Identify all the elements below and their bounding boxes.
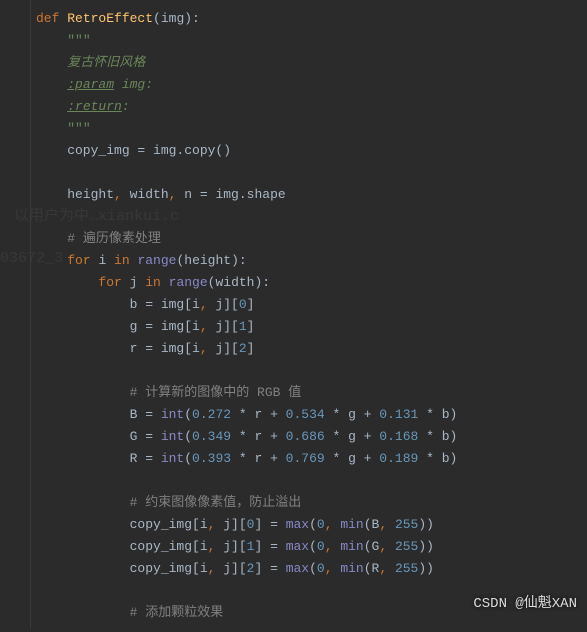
code-line — [36, 162, 587, 184]
code-line: def RetroEffect(img): — [36, 8, 587, 30]
code-line: copy_img[i, j][1] = max(0, min(G, 255)) — [36, 536, 587, 558]
code-line: 复古怀旧风格 — [36, 52, 587, 74]
code-line: # 计算新的图像中的 RGB 值 — [36, 382, 587, 404]
code-line: # 遍历像素处理 — [36, 228, 587, 250]
code-line: :return: — [36, 96, 587, 118]
code-line: copy_img[i, j][2] = max(0, min(R, 255)) — [36, 558, 587, 580]
code-line: B = int(0.272 * r + 0.534 * g + 0.131 * … — [36, 404, 587, 426]
code-line: """ — [36, 30, 587, 52]
code-block: def RetroEffect(img): """ 复古怀旧风格 :param … — [0, 0, 587, 632]
code-line: r = img[i, j][2] — [36, 338, 587, 360]
code-line — [36, 206, 587, 228]
code-line: for i in range(height): — [36, 250, 587, 272]
code-line: copy_img = img.copy() — [36, 140, 587, 162]
code-line: for j in range(width): — [36, 272, 587, 294]
code-line: """ — [36, 118, 587, 140]
gutter — [0, 0, 31, 629]
code-line: G = int(0.349 * r + 0.686 * g + 0.168 * … — [36, 426, 587, 448]
code-line — [36, 470, 587, 492]
code-line: copy_img[i, j][0] = max(0, min(B, 255)) — [36, 514, 587, 536]
code-line: g = img[i, j][1] — [36, 316, 587, 338]
code-line: b = img[i, j][0] — [36, 294, 587, 316]
attribution: CSDN @仙魁XAN — [473, 593, 577, 615]
code-line: R = int(0.393 * r + 0.769 * g + 0.189 * … — [36, 448, 587, 470]
code-line: :param img: — [36, 74, 587, 96]
code-line — [36, 360, 587, 382]
code-line: height, width, n = img.shape — [36, 184, 587, 206]
code-line: # 约束图像像素值，防止溢出 — [36, 492, 587, 514]
